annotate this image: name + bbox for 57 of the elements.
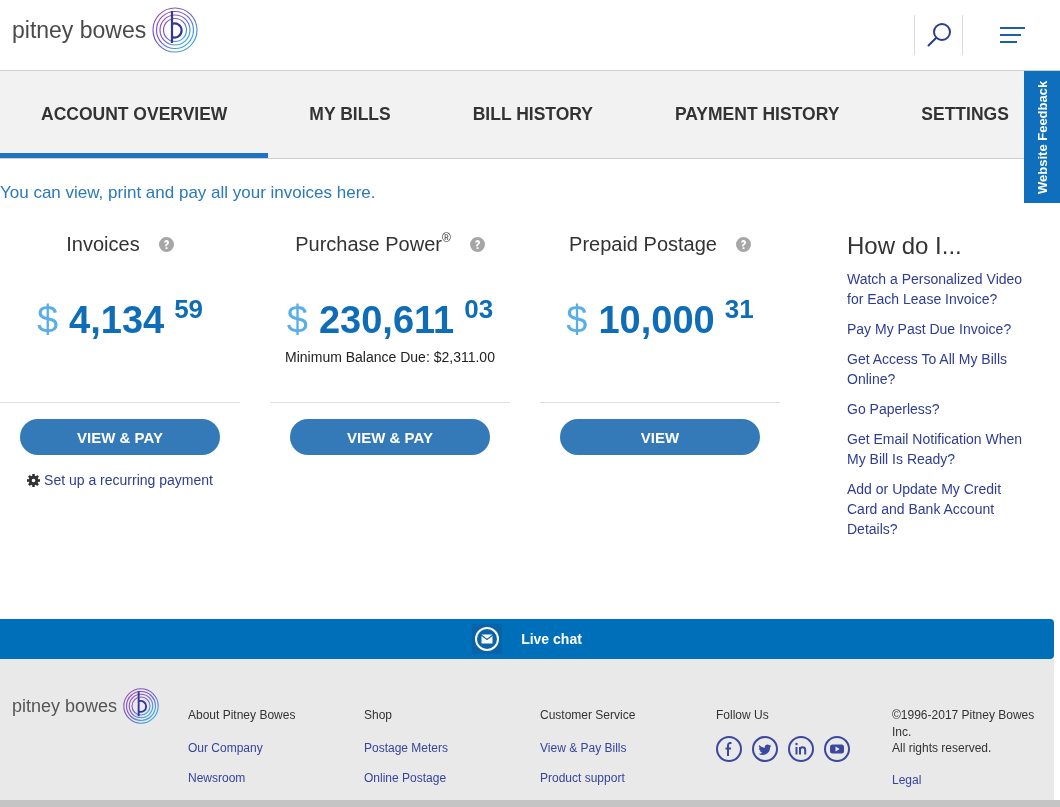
bird-icon[interactable] (752, 736, 778, 762)
rings-logo-icon[interactable] (152, 7, 199, 53)
currency-symbol: $ (36, 298, 59, 343)
view-pay-button[interactable]: VIEW & PAY (20, 419, 220, 455)
rights-text: All rights reserved. (892, 740, 993, 757)
brand-name: pitney bowes (12, 16, 147, 45)
help-link[interactable]: Pay My Past Due Invoice? (847, 319, 1012, 339)
view-pay-button[interactable]: VIEW & PAY (290, 419, 490, 455)
gear-icon (27, 473, 41, 487)
footer-heading: About Pitney Bowes (188, 707, 296, 723)
help-link[interactable]: Watch a Personalized Video for Each Lease Invoice? (847, 269, 1027, 309)
intro-text: You can view, print and pay all your invoices here. (0, 183, 376, 203)
currency-symbol: $ (286, 298, 308, 343)
nav-tab[interactable]: SETTINGS (880, 71, 1017, 158)
footer-link[interactable]: Our Company (188, 740, 263, 756)
recurring-payment-link[interactable]: Set up a recurring payment (27, 471, 213, 489)
rings-logo-icon[interactable] (123, 688, 160, 724)
footer-link[interactable]: Online Postage (364, 770, 447, 786)
live-chat-button[interactable]: Live chat (0, 619, 1054, 659)
amount-value: 4,134 (69, 298, 165, 343)
nav-tab[interactable]: ACCOUNT OVERVIEW (0, 71, 269, 158)
footer-brand-name: pitney bowes (12, 695, 118, 718)
amount-value: 10,000 (598, 298, 715, 343)
balance-note: Minimum Balance Due: $2,311.00 (285, 348, 495, 366)
help-link[interactable]: Add or Update My Credit Card and Bank Account Details? (847, 479, 1027, 539)
card-title: Purchase Power$^{®}$ (295, 232, 451, 256)
amount-cents: 03 (464, 294, 494, 324)
nav-tab[interactable]: MY BILLS (268, 71, 432, 158)
view-pay-button[interactable]: VIEW (560, 419, 760, 455)
currency-symbol: $ (566, 298, 588, 343)
card-title: Prepaid Postage (569, 232, 717, 256)
footer-heading: Customer Service (540, 707, 636, 723)
nav-tab[interactable]: BILL HISTORY (431, 71, 634, 158)
card-title: Invoices (66, 232, 140, 256)
amount-cents: 31 (724, 294, 754, 324)
facebook-icon[interactable] (716, 736, 742, 762)
search-icon[interactable] (925, 22, 952, 48)
help-link[interactable]: Go Paperless? (847, 399, 940, 419)
help-heading: How do I... (847, 232, 963, 260)
footer-link[interactable]: View & Pay Bills (540, 740, 627, 756)
footer-link[interactable]: Postage Meters (364, 740, 449, 756)
envelope-icon (472, 624, 503, 654)
legal-link[interactable]: Legal (892, 771, 922, 788)
help-link[interactable]: Get Email Notification When My Bill Is Ready? (847, 429, 1027, 469)
play-button-icon[interactable] (824, 736, 850, 762)
amount-value: 230,611 (318, 298, 455, 343)
help-link[interactable]: Get Access To All My Bills Online? (847, 349, 1027, 389)
footer-link[interactable]: Newsroom (188, 770, 246, 786)
footer-heading: Follow Us (716, 707, 769, 723)
nav-tab[interactable]: PAYMENT HISTORY (633, 71, 881, 158)
copyright-text: ©1996-2017 Pitney Bowes Inc. (892, 707, 1036, 740)
footer-heading: Shop (364, 707, 393, 723)
linkedin-icon[interactable] (788, 736, 814, 762)
footer-link[interactable]: Product support (540, 770, 625, 786)
feedback-tab[interactable]: Website Feedback (1024, 71, 1060, 203)
menu-icon[interactable] (1000, 27, 1025, 43)
amount-cents: 59 (174, 294, 204, 324)
